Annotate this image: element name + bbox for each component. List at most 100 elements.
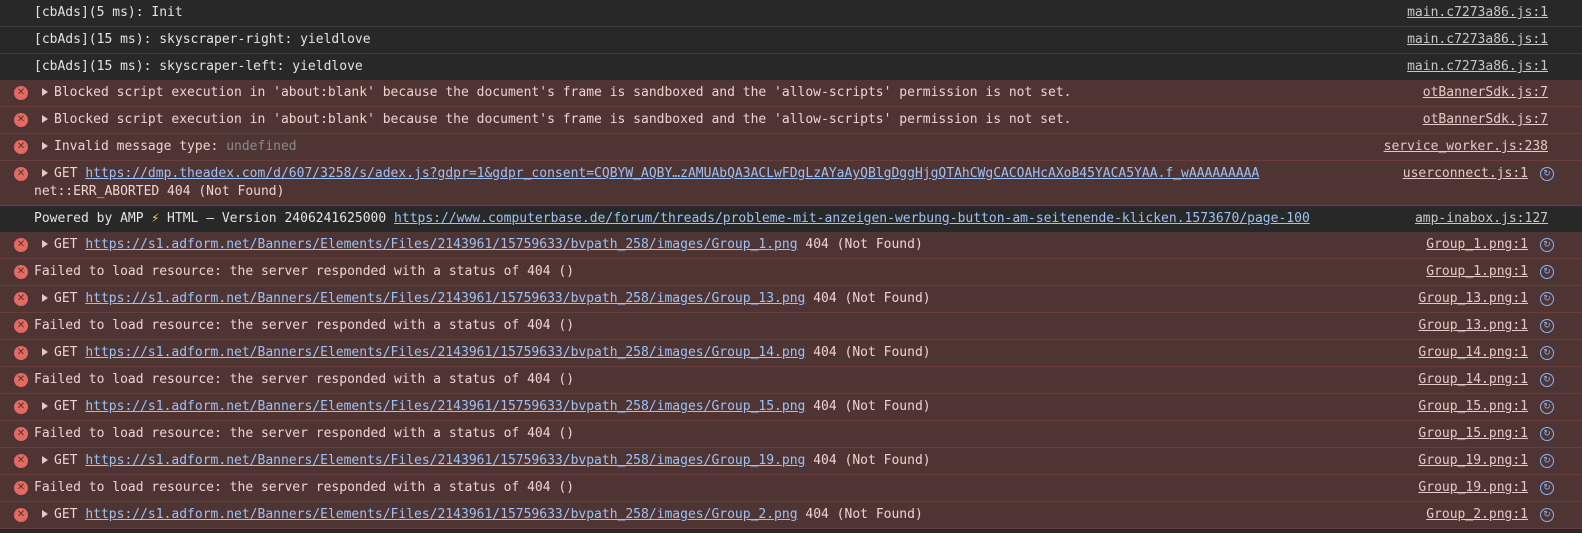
log-source-link[interactable]: Group_13.png:1	[1418, 290, 1528, 308]
error-message: Failed to load resource: the server resp…	[34, 480, 575, 495]
expand-triangle-icon[interactable]	[42, 169, 48, 177]
error-row[interactable]: ✕ Failed to load resource: the server re…	[0, 259, 1582, 286]
error-message: Failed to load resource: the server resp…	[34, 372, 575, 387]
request-method: GET	[54, 399, 86, 414]
error-row[interactable]: ✕ Blocked script execution in 'about:bla…	[0, 107, 1582, 134]
error-circle-icon: ✕	[14, 508, 28, 522]
error-row[interactable]: ✕ Failed to load resource: the server re…	[0, 421, 1582, 448]
error-row[interactable]: ✕ GET https://s1.adform.net/Banners/Elem…	[0, 340, 1582, 367]
network-request-icon[interactable]: ↻	[1540, 238, 1554, 252]
error-row[interactable]: ✕ GET https://s1.adform.net/Banners/Elem…	[0, 394, 1582, 421]
network-request-icon[interactable]: ↻	[1540, 400, 1554, 414]
error-message: Failed to load resource: the server resp…	[34, 318, 575, 333]
error-message: Blocked script execution in 'about:blank…	[54, 112, 1072, 127]
log-source-link[interactable]: main.c7273a86.js:1	[1407, 31, 1548, 49]
network-request-icon[interactable]: ↻	[1540, 346, 1554, 360]
log-row: [cbAds](15 ms): skyscraper-left: yieldlo…	[0, 54, 1582, 80]
log-source-link[interactable]: service_worker.js:238	[1384, 138, 1548, 156]
expand-triangle-icon[interactable]	[42, 456, 48, 464]
log-source-link[interactable]: Group_19.png:1	[1418, 479, 1528, 497]
expand-triangle-icon[interactable]	[42, 88, 48, 96]
error-row[interactable]: ✕ GET https://dmp.theadex.com/d/607/3258…	[0, 161, 1582, 206]
error-row[interactable]: ✕ Failed to load resource: the server re…	[0, 367, 1582, 394]
network-request-icon[interactable]: ↻	[1540, 481, 1554, 495]
network-request-icon[interactable]: ↻	[1540, 508, 1554, 522]
network-request-icon[interactable]: ↻	[1540, 319, 1554, 333]
log-row: [cbAds](15 ms): skyscraper-right: yieldl…	[0, 27, 1582, 54]
log-source-link[interactable]: otBannerSdk.js:7	[1423, 111, 1548, 129]
request-status: 404 (Not Found)	[805, 399, 931, 414]
log-source-link[interactable]: Group_13.png:1	[1418, 317, 1528, 335]
request-status: 404 (Not Found)	[805, 291, 931, 306]
console-log: [cbAds](5 ms): Init main.c7273a86.js:1 […	[0, 0, 1582, 529]
request-url-link[interactable]: https://s1.adform.net/Banners/Elements/F…	[85, 453, 805, 468]
request-status: 404 (Not Found)	[805, 453, 931, 468]
page-url-link[interactable]: https://www.computerbase.de/forum/thread…	[394, 211, 1310, 226]
log-source-link[interactable]: userconnect.js:1	[1403, 165, 1528, 183]
network-request-icon[interactable]: ↻	[1540, 454, 1554, 468]
log-source-link[interactable]: Group_15.png:1	[1418, 425, 1528, 443]
expand-triangle-icon[interactable]	[42, 402, 48, 410]
log-source-link[interactable]: main.c7273a86.js:1	[1407, 58, 1548, 76]
request-url-link[interactable]: https://dmp.theadex.com/d/607/3258/s/ade…	[85, 166, 1259, 181]
undefined-value: undefined	[226, 139, 297, 154]
request-method: GET	[54, 507, 86, 522]
error-row[interactable]: ✕ GET https://s1.adform.net/Banners/Elem…	[0, 286, 1582, 313]
expand-triangle-icon[interactable]	[42, 510, 48, 518]
error-row[interactable]: ✕ Failed to load resource: the server re…	[0, 313, 1582, 340]
request-url-link[interactable]: https://s1.adform.net/Banners/Elements/F…	[85, 399, 805, 414]
error-circle-icon: ✕	[14, 292, 28, 306]
error-circle-icon: ✕	[14, 167, 28, 181]
request-method: GET	[54, 237, 86, 252]
request-url-link[interactable]: https://s1.adform.net/Banners/Elements/F…	[85, 507, 797, 522]
log-message: [cbAds](15 ms): skyscraper-right: yieldl…	[34, 32, 371, 47]
request-method: GET	[54, 453, 86, 468]
network-request-icon[interactable]: ↻	[1540, 265, 1554, 279]
error-row[interactable]: ✕ GET https://s1.adform.net/Banners/Elem…	[0, 502, 1582, 529]
error-circle-icon: ✕	[14, 319, 28, 333]
error-circle-icon: ✕	[14, 373, 28, 387]
log-source-link[interactable]: Group_2.png:1	[1426, 506, 1528, 524]
log-source-link[interactable]: amp-inabox.js:127	[1415, 210, 1548, 228]
log-message: [cbAds](15 ms): skyscraper-left: yieldlo…	[34, 59, 363, 74]
expand-triangle-icon[interactable]	[42, 240, 48, 248]
log-source-link[interactable]: Group_1.png:1	[1426, 236, 1528, 254]
log-source-link[interactable]: Group_15.png:1	[1418, 398, 1528, 416]
network-request-icon[interactable]: ↻	[1540, 167, 1554, 181]
request-url-link[interactable]: https://s1.adform.net/Banners/Elements/F…	[85, 237, 797, 252]
request-url-link[interactable]: https://s1.adform.net/Banners/Elements/F…	[85, 291, 805, 306]
network-request-icon[interactable]: ↻	[1540, 373, 1554, 387]
log-row: Powered by AMP ⚡ HTML – Version 24062416…	[0, 206, 1582, 232]
error-circle-icon: ✕	[14, 113, 28, 127]
request-method: GET	[54, 166, 86, 181]
error-row[interactable]: ✕ Failed to load resource: the server re…	[0, 475, 1582, 502]
error-row[interactable]: ✕ Blocked script execution in 'about:bla…	[0, 80, 1582, 107]
log-source-link[interactable]: Group_19.png:1	[1418, 452, 1528, 470]
log-source-link[interactable]: Group_14.png:1	[1418, 371, 1528, 389]
network-request-icon[interactable]: ↻	[1540, 427, 1554, 441]
error-circle-icon: ✕	[14, 140, 28, 154]
expand-triangle-icon[interactable]	[42, 348, 48, 356]
request-url-link[interactable]: https://s1.adform.net/Banners/Elements/F…	[85, 345, 805, 360]
expand-triangle-icon[interactable]	[42, 294, 48, 302]
expand-triangle-icon[interactable]	[42, 115, 48, 123]
error-circle-icon: ✕	[14, 400, 28, 414]
request-status: 404 (Not Found)	[797, 237, 923, 252]
log-source-link[interactable]: otBannerSdk.js:7	[1423, 84, 1548, 102]
log-row: [cbAds](5 ms): Init main.c7273a86.js:1	[0, 0, 1582, 27]
error-circle-icon: ✕	[14, 346, 28, 360]
log-source-link[interactable]: Group_14.png:1	[1418, 344, 1528, 362]
error-message: Failed to load resource: the server resp…	[34, 264, 575, 279]
log-message: Powered by AMP	[34, 211, 152, 226]
error-circle-icon: ✕	[14, 481, 28, 495]
network-request-icon[interactable]: ↻	[1540, 292, 1554, 306]
error-row[interactable]: ✕ GET https://s1.adform.net/Banners/Elem…	[0, 448, 1582, 475]
error-row[interactable]: ✕ Invalid message type: undefined servic…	[0, 134, 1582, 161]
error-row[interactable]: ✕ GET https://s1.adform.net/Banners/Elem…	[0, 232, 1582, 259]
log-source-link[interactable]: Group_1.png:1	[1426, 263, 1528, 281]
request-status: net::ERR_ABORTED 404 (Not Found)	[34, 184, 285, 199]
error-circle-icon: ✕	[14, 427, 28, 441]
request-method: GET	[54, 345, 86, 360]
log-source-link[interactable]: main.c7273a86.js:1	[1407, 4, 1548, 22]
expand-triangle-icon[interactable]	[42, 142, 48, 150]
